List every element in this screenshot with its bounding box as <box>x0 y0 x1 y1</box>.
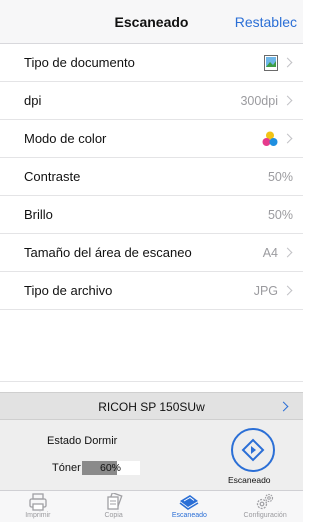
setting-label: Tipo de archivo <box>24 283 113 298</box>
printer-state: Estado Dormir <box>47 435 118 447</box>
printer-name: RICOH SP 150SUw <box>98 400 205 414</box>
setting-label: Brillo <box>24 207 53 222</box>
setting-value: 50% <box>267 169 293 184</box>
tab-label: Copia <box>104 512 123 519</box>
setting-value: 50% <box>267 207 293 222</box>
setting-row-brightness[interactable]: Brillo 50% <box>0 196 303 234</box>
setting-row-color-mode[interactable]: Modo de color <box>0 120 303 158</box>
start-diamond-icon <box>241 438 265 462</box>
printer-icon <box>29 493 47 511</box>
setting-row-scan-area[interactable]: Tamaño del área de escaneo A4 <box>0 234 303 272</box>
photo-document-icon <box>264 54 278 71</box>
navigation-bar: Escaneado Restablec <box>0 0 303 44</box>
chevron-right-icon <box>282 285 293 296</box>
chevron-right-icon <box>282 57 293 68</box>
setting-row-contrast[interactable]: Contraste 50% <box>0 158 303 196</box>
tab-print[interactable]: Imprimir <box>0 491 76 522</box>
tab-label: Escaneado <box>171 512 207 519</box>
tab-label: Configuración <box>243 512 287 519</box>
setting-label: dpi <box>24 93 42 108</box>
copy-icon <box>106 493 123 510</box>
start-scan-label: Escaneado <box>228 475 271 485</box>
printer-selector[interactable]: RICOH SP 150SUw <box>0 392 303 420</box>
setting-row-file-type[interactable]: Tipo de archivo JPG <box>0 272 303 310</box>
toner-percent: 60% <box>100 462 122 474</box>
setting-row-document-type[interactable]: Tipo de documento <box>0 44 303 82</box>
setting-value: JPG <box>253 283 278 298</box>
setting-label: Tipo de documento <box>24 55 135 70</box>
tab-copy[interactable]: Copia <box>76 491 152 522</box>
reset-button[interactable]: Restablec <box>235 14 297 30</box>
setting-value: A4 <box>262 245 278 260</box>
scan-settings-list: Tipo de documento dpi 300dpi Modo de col… <box>0 44 303 382</box>
gear-icon <box>256 493 274 510</box>
setting-value: 300dpi <box>240 93 278 108</box>
tab-settings[interactable]: Configuración <box>227 491 303 522</box>
start-scan-button[interactable] <box>231 428 275 472</box>
color-dots-icon <box>262 131 278 146</box>
tab-bar: Imprimir Copia Escaneado Configuración <box>0 490 303 522</box>
empty-row <box>0 310 303 382</box>
setting-label: Tamaño del área de escaneo <box>24 245 192 260</box>
tab-label: Imprimir <box>25 512 51 519</box>
setting-label: Contraste <box>24 169 81 184</box>
tab-scan[interactable]: Escaneado <box>152 491 228 522</box>
scan-icon <box>179 495 199 510</box>
toner-label: Tóner <box>52 462 81 474</box>
toner-level-bar: 60% <box>82 461 140 475</box>
setting-row-dpi[interactable]: dpi 300dpi <box>0 82 303 120</box>
chevron-right-icon <box>282 95 293 106</box>
setting-label: Modo de color <box>24 131 107 146</box>
chevron-right-icon <box>282 247 293 258</box>
status-panel: Estado Dormir Tóner 60% Escaneado <box>0 420 303 490</box>
chevron-right-icon <box>282 133 293 144</box>
